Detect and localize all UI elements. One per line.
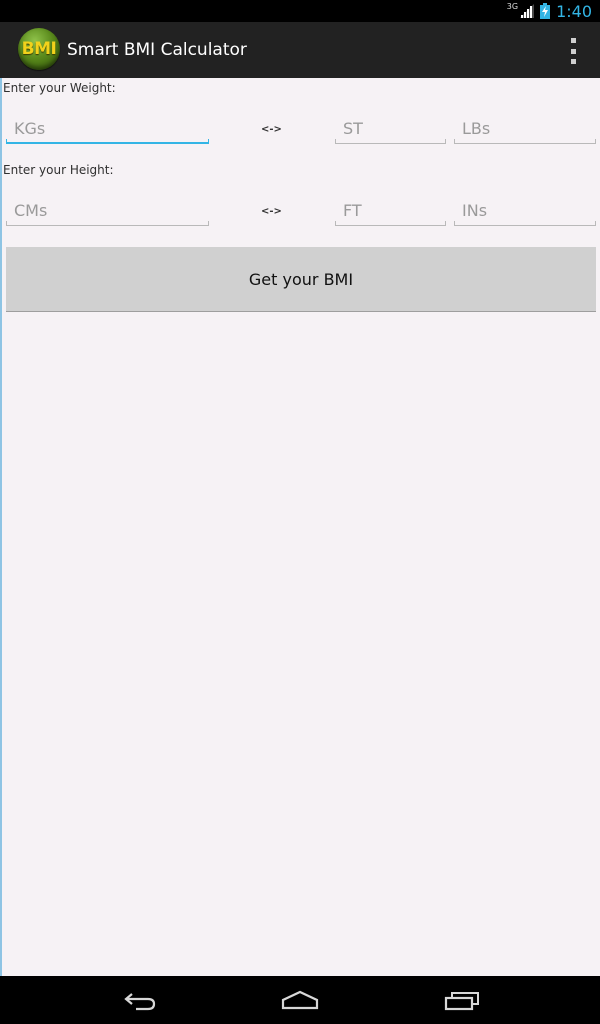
st-input[interactable]	[335, 114, 446, 143]
signal-icon	[520, 4, 535, 18]
network-type-label: 3G	[506, 1, 519, 11]
action-bar: BMI Smart BMI Calculator	[0, 22, 600, 78]
ft-field[interactable]	[335, 196, 446, 226]
kg-input[interactable]	[6, 114, 209, 142]
get-bmi-button[interactable]: Get your BMI	[6, 247, 596, 312]
status-bar: 3G 1:40	[0, 0, 600, 22]
back-icon	[124, 993, 156, 1011]
lb-field[interactable]	[454, 114, 596, 144]
weight-conversion-separator: <->	[261, 124, 282, 135]
lb-input[interactable]	[454, 114, 596, 143]
in-field[interactable]	[454, 196, 596, 226]
app-title: Smart BMI Calculator	[67, 40, 247, 60]
overflow-menu-icon[interactable]	[568, 38, 578, 64]
content-area: Enter your Weight: <-> Enter your Height…	[0, 78, 600, 976]
ft-input[interactable]	[335, 196, 446, 225]
height-conversion-separator: <->	[261, 206, 282, 217]
cm-input[interactable]	[6, 196, 209, 225]
home-button[interactable]	[270, 984, 330, 1016]
screen: 3G 1:40 BMI Smart BMI Calculator Enter y…	[0, 0, 600, 1024]
clock: 1:40	[556, 1, 592, 21]
height-label: Enter your Height:	[3, 163, 114, 177]
back-button[interactable]	[110, 984, 170, 1016]
recents-icon	[444, 992, 479, 1011]
overflow-dot	[570, 48, 576, 54]
overflow-dot	[570, 59, 576, 64]
st-field[interactable]	[335, 114, 446, 144]
battery-charging-icon	[540, 3, 551, 19]
weight-label: Enter your Weight:	[3, 81, 116, 95]
recents-button[interactable]	[432, 984, 492, 1016]
app-icon[interactable]: BMI	[18, 28, 60, 70]
cm-field[interactable]	[6, 196, 209, 226]
kg-field[interactable]	[6, 114, 209, 144]
app-icon-label: BMI	[21, 39, 57, 59]
home-icon	[281, 990, 319, 1010]
overflow-dot	[570, 38, 576, 43]
status-indicators: 3G 1:40	[507, 0, 592, 22]
in-input[interactable]	[454, 196, 596, 225]
navigation-bar	[0, 976, 600, 1024]
